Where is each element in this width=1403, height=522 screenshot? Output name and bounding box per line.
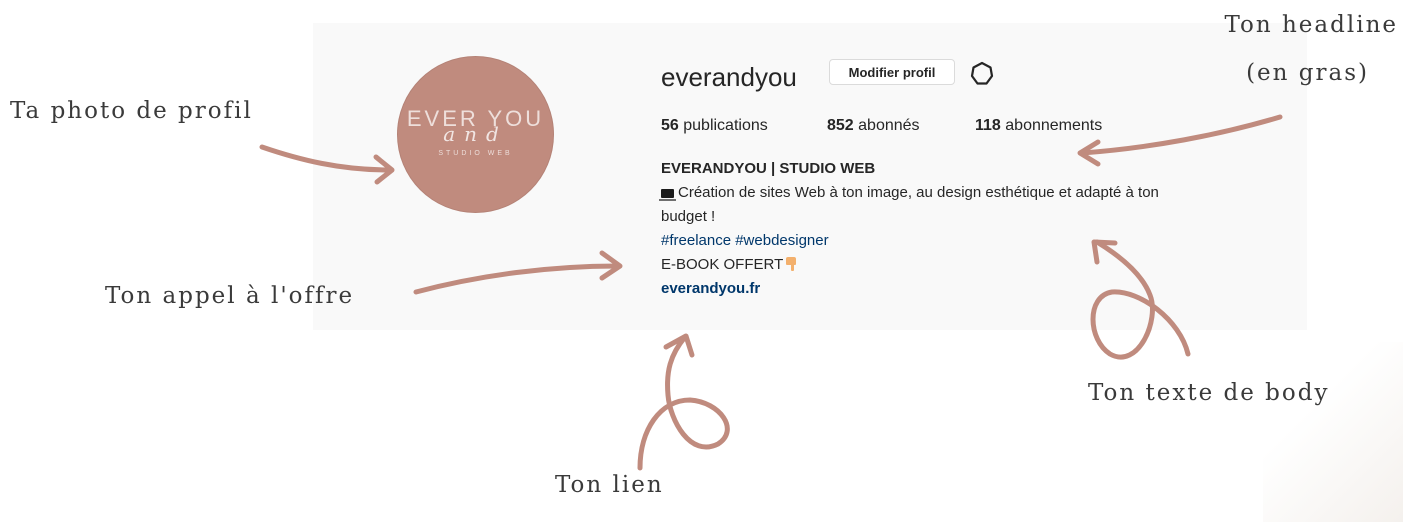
following-count: 118: [975, 117, 1001, 134]
bio-headline: EVERANDYOU | STUDIO WEB: [661, 160, 876, 177]
pointing-down-hand-icon: [785, 257, 797, 271]
annotation-body-text: Ton texte de body: [1088, 380, 1330, 406]
publications-count: 56: [661, 117, 679, 134]
avatar-logo-subtitle: STUDIO WEB: [438, 150, 513, 157]
bio-line-2: budget !: [661, 208, 716, 225]
avatar-logo-script: and: [443, 122, 508, 146]
instagram-profile-header: EVER YOU and STUDIO WEB everandyou Modif…: [313, 23, 1307, 330]
link-arrowhead: [663, 333, 695, 358]
annotation-headline-line-1: Ton headline: [1224, 12, 1398, 38]
stat-followers[interactable]: 852 abonnés: [827, 117, 920, 135]
bio-line-1-text: Création de sites Web à ton image, au de…: [678, 184, 1159, 201]
stat-publications[interactable]: 56 publications: [661, 117, 768, 135]
link-arrow: [637, 334, 730, 471]
bio-hashtags[interactable]: #freelance #webdesigner: [661, 229, 1286, 253]
profile-bio: EVERANDYOU | STUDIO WEB Création de site…: [659, 157, 1286, 301]
bio-offer-line: E-BOOK OFFERT: [661, 253, 1286, 277]
annotation-photo: Ta photo de profil: [10, 98, 253, 124]
laptop-icon: [659, 189, 676, 201]
followers-count: 852: [827, 117, 854, 134]
profile-avatar[interactable]: EVER YOU and STUDIO WEB: [397, 56, 554, 213]
bio-line-1: Création de sites Web à ton image, au de…: [659, 181, 1286, 205]
bio-website-link[interactable]: everandyou.fr: [661, 277, 1286, 301]
followers-label: abonnés: [858, 117, 920, 134]
annotation-headline-line-2: (en gras): [1246, 60, 1369, 86]
stat-following[interactable]: 118 abonnements: [975, 117, 1102, 135]
gear-icon[interactable]: [969, 61, 995, 87]
edit-profile-button[interactable]: Modifier profil: [829, 59, 955, 85]
profile-username: everandyou: [661, 62, 797, 92]
annotation-link: Ton lien: [555, 472, 664, 498]
bio-offer-text: E-BOOK OFFERT: [661, 256, 784, 273]
following-label: abonnements: [1005, 117, 1103, 134]
background-fade: [1263, 342, 1403, 522]
publications-label: publications: [683, 117, 768, 134]
annotation-offer-call: Ton appel à l'offre: [105, 283, 355, 309]
